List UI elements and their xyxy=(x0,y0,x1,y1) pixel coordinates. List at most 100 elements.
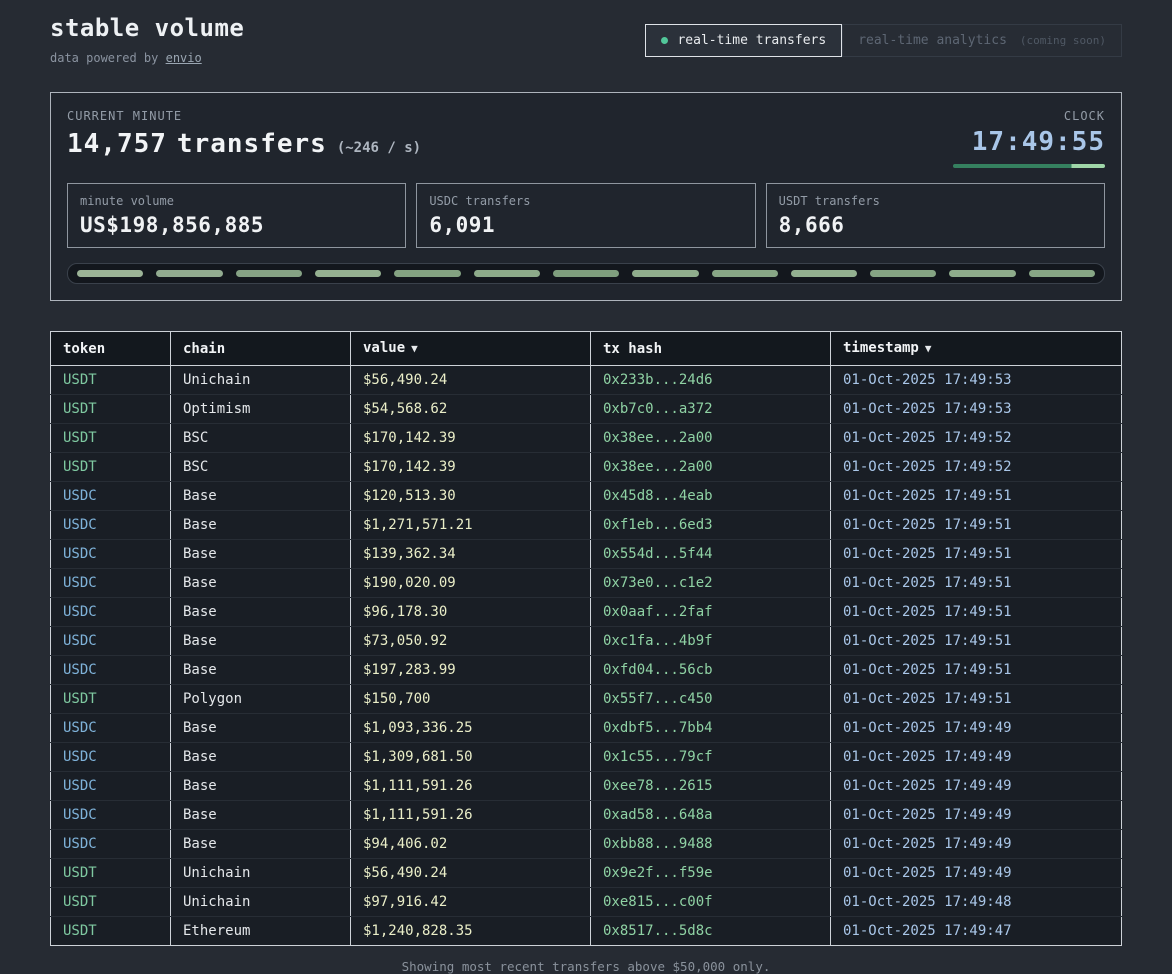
cell-chain: Base xyxy=(171,772,351,801)
table-row: USDTBSC$170,142.390x38ee...2a0001-Oct-20… xyxy=(51,424,1122,453)
table-row: USDCBase$197,283.990xfd04...56cb01-Oct-2… xyxy=(51,656,1122,685)
column-header-value[interactable]: value▼ xyxy=(351,332,591,366)
cell-tx-hash[interactable]: 0xc1fa...4b9f xyxy=(591,627,831,656)
column-label: value xyxy=(363,340,405,356)
cell-tx-hash[interactable]: 0x38ee...2a00 xyxy=(591,453,831,482)
cell-tx-hash[interactable]: 0xbb88...9488 xyxy=(591,830,831,859)
transfers-table: token chain value▼ tx hash timestamp▼ US… xyxy=(50,331,1122,946)
cell-tx-hash[interactable]: 0xfd04...56cb xyxy=(591,656,831,685)
cell-timestamp: 01-Oct-2025 17:49:49 xyxy=(831,772,1122,801)
cell-token: USDC xyxy=(51,511,171,540)
cell-chain: Optimism xyxy=(171,395,351,424)
cell-timestamp: 01-Oct-2025 17:49:51 xyxy=(831,540,1122,569)
cell-chain: Base xyxy=(171,540,351,569)
cell-tx-hash[interactable]: 0x554d...5f44 xyxy=(591,540,831,569)
cell-token: USDT xyxy=(51,917,171,946)
tab-group: real-time transfers real-time analytics … xyxy=(645,24,1122,57)
stats-top-row: CURRENT MINUTE 14,757 transfers (~246 / … xyxy=(67,109,1105,168)
cell-tx-hash[interactable]: 0xf1eb...6ed3 xyxy=(591,511,831,540)
cell-token: USDT xyxy=(51,859,171,888)
table-row: USDTBSC$170,142.390x38ee...2a0001-Oct-20… xyxy=(51,453,1122,482)
cell-tx-hash[interactable]: 0x45d8...4eab xyxy=(591,482,831,511)
column-label: tx hash xyxy=(603,341,662,357)
table-row: USDTUnichain$56,490.240x233b...24d601-Oc… xyxy=(51,366,1122,395)
activity-segment xyxy=(156,270,222,277)
transfer-count: 14,757 xyxy=(67,129,167,159)
column-header-token[interactable]: token xyxy=(51,332,171,366)
cell-timestamp: 01-Oct-2025 17:49:51 xyxy=(831,569,1122,598)
cell-tx-hash[interactable]: 0x73e0...c1e2 xyxy=(591,569,831,598)
column-header-chain[interactable]: chain xyxy=(171,332,351,366)
cell-value: $1,309,681.50 xyxy=(351,743,591,772)
table-row: USDCBase$190,020.090x73e0...c1e201-Oct-2… xyxy=(51,569,1122,598)
envio-link[interactable]: envio xyxy=(166,51,202,65)
cell-token: USDC xyxy=(51,772,171,801)
cell-token: USDC xyxy=(51,714,171,743)
table-row: USDCBase$1,271,571.210xf1eb...6ed301-Oct… xyxy=(51,511,1122,540)
cell-timestamp: 01-Oct-2025 17:49:51 xyxy=(831,598,1122,627)
cell-timestamp: 01-Oct-2025 17:49:49 xyxy=(831,859,1122,888)
cell-timestamp: 01-Oct-2025 17:49:51 xyxy=(831,511,1122,540)
cell-chain: Base xyxy=(171,801,351,830)
cell-chain: Base xyxy=(171,830,351,859)
transfers-line: 14,757 transfers (~246 / s) xyxy=(67,129,421,159)
cell-timestamp: 01-Oct-2025 17:49:51 xyxy=(831,627,1122,656)
cell-tx-hash[interactable]: 0x9e2f...f59e xyxy=(591,859,831,888)
stat-cards: minute volume US$198,856,885 USDC transf… xyxy=(67,183,1105,248)
table-row: USDTPolygon$150,7000x55f7...c45001-Oct-2… xyxy=(51,685,1122,714)
cell-chain: Base xyxy=(171,482,351,511)
cell-tx-hash[interactable]: 0xad58...648a xyxy=(591,801,831,830)
cell-value: $1,271,571.21 xyxy=(351,511,591,540)
transfer-rate: (~246 / s) xyxy=(337,140,421,156)
activity-segment xyxy=(553,270,619,277)
cell-tx-hash[interactable]: 0x8517...5d8c xyxy=(591,917,831,946)
cell-timestamp: 01-Oct-2025 17:49:53 xyxy=(831,366,1122,395)
cell-tx-hash[interactable]: 0x1c55...79cf xyxy=(591,743,831,772)
activity-segment xyxy=(474,270,540,277)
cell-token: USDT xyxy=(51,366,171,395)
powered-by: data powered by envio xyxy=(50,51,244,65)
clock-label: CLOCK xyxy=(953,109,1105,123)
table-row: USDCBase$139,362.340x554d...5f4401-Oct-2… xyxy=(51,540,1122,569)
cell-token: USDC xyxy=(51,830,171,859)
cell-tx-hash[interactable]: 0xdbf5...7bb4 xyxy=(591,714,831,743)
activity-segment xyxy=(236,270,302,277)
cell-timestamp: 01-Oct-2025 17:49:49 xyxy=(831,830,1122,859)
activity-segment xyxy=(632,270,698,277)
cell-timestamp: 01-Oct-2025 17:49:52 xyxy=(831,453,1122,482)
cell-token: USDC xyxy=(51,801,171,830)
cell-tx-hash[interactable]: 0x55f7...c450 xyxy=(591,685,831,714)
tab-label: real-time transfers xyxy=(677,33,826,48)
cell-tx-hash[interactable]: 0xe815...c00f xyxy=(591,888,831,917)
cell-value: $97,916.42 xyxy=(351,888,591,917)
cell-tx-hash[interactable]: 0xb7c0...a372 xyxy=(591,395,831,424)
cell-chain: Ethereum xyxy=(171,917,351,946)
tab-real-time-transfers[interactable]: real-time transfers xyxy=(645,24,842,57)
cell-chain: Base xyxy=(171,569,351,598)
column-header-timestamp[interactable]: timestamp▼ xyxy=(831,332,1122,366)
cell-chain: Polygon xyxy=(171,685,351,714)
cell-token: USDC xyxy=(51,743,171,772)
cell-value: $120,513.30 xyxy=(351,482,591,511)
activity-segment xyxy=(1029,270,1095,277)
cell-token: USDT xyxy=(51,395,171,424)
cell-value: $197,283.99 xyxy=(351,656,591,685)
brand: stable volume data powered by envio xyxy=(50,14,244,65)
stat-card-label: USDC transfers xyxy=(429,194,742,208)
column-label: token xyxy=(63,341,105,357)
stat-card-value: 6,091 xyxy=(429,213,742,237)
current-minute-panel: CURRENT MINUTE 14,757 transfers (~246 / … xyxy=(50,92,1122,301)
coming-soon-note: (coming soon) xyxy=(1020,34,1106,47)
clock-time: 17:49:55 xyxy=(953,127,1105,157)
cell-tx-hash[interactable]: 0xee78...2615 xyxy=(591,772,831,801)
cell-tx-hash[interactable]: 0x38ee...2a00 xyxy=(591,424,831,453)
cell-tx-hash[interactable]: 0x233b...24d6 xyxy=(591,366,831,395)
table-row: USDTUnichain$97,916.420xe815...c00f01-Oc… xyxy=(51,888,1122,917)
stat-card-minute-volume: minute volume US$198,856,885 xyxy=(67,183,406,248)
stat-card-label: USDT transfers xyxy=(779,194,1092,208)
cell-tx-hash[interactable]: 0x0aaf...2faf xyxy=(591,598,831,627)
tab-real-time-analytics[interactable]: real-time analytics (coming soon) xyxy=(842,24,1122,57)
cell-value: $1,111,591.26 xyxy=(351,801,591,830)
cell-value: $1,111,591.26 xyxy=(351,772,591,801)
column-header-tx-hash[interactable]: tx hash xyxy=(591,332,831,366)
